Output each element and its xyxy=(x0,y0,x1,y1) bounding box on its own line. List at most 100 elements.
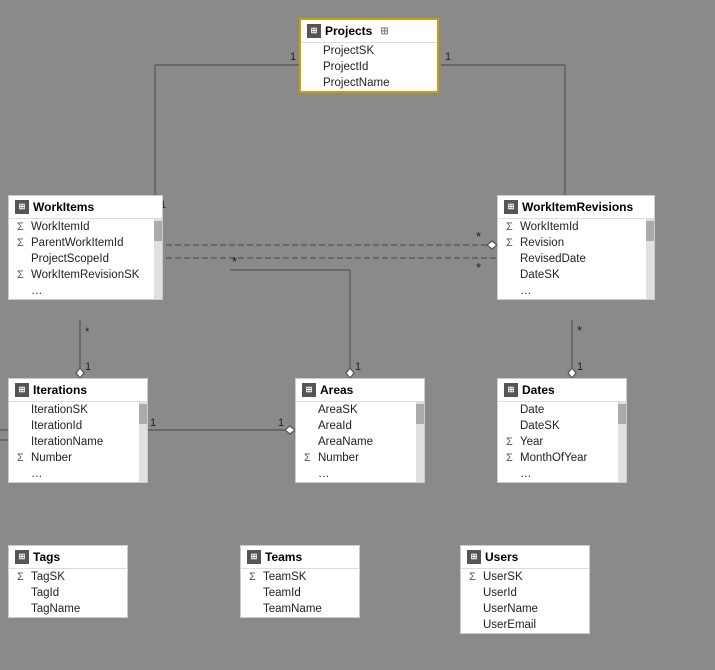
table-row: ΣRevision xyxy=(498,235,646,251)
table-projects[interactable]: ⊞ Projects ⊞ ProjectSK ProjectId Project… xyxy=(299,18,439,93)
table-row: ΣWorkItemRevisionSK xyxy=(9,267,154,283)
table-users-body: ΣUserSK UserId UserName UserEmail xyxy=(461,569,589,633)
table-areas[interactable]: ⊞ Areas AreaSK AreaId AreaName ΣNumber … xyxy=(295,378,425,483)
table-row: AreaId xyxy=(296,418,416,434)
table-dates[interactable]: ⊞ Dates Date DateSK ΣYear ΣMonthOfYear … xyxy=(497,378,627,483)
table-row: ProjectSK xyxy=(301,43,437,59)
table-teams-icon: ⊞ xyxy=(247,550,261,564)
scrollbar[interactable] xyxy=(416,402,424,482)
table-areas-title: Areas xyxy=(320,383,353,397)
table-row: TeamName xyxy=(241,601,359,617)
table-workitemrevisions-title: WorkItemRevisions xyxy=(522,200,633,214)
table-teams-body: ΣTeamSK TeamId TeamName xyxy=(241,569,359,617)
table-users-title: Users xyxy=(485,550,518,564)
table-row: ProjectName xyxy=(301,75,437,91)
table-row: ProjectId xyxy=(301,59,437,75)
table-users-header: ⊞ Users xyxy=(461,546,589,569)
table-iterations[interactable]: ⊞ Iterations IterationSK IterationId Ite… xyxy=(8,378,148,483)
svg-text:1: 1 xyxy=(278,417,284,429)
table-workitemrevisions-icon: ⊞ xyxy=(504,200,518,214)
table-row: AreaSK xyxy=(296,402,416,418)
table-row: DateSK xyxy=(498,418,618,434)
table-row: ΣUserSK xyxy=(461,569,589,585)
table-row: ΣWorkItemId xyxy=(9,219,154,235)
table-iterations-icon: ⊞ xyxy=(15,383,29,397)
table-areas-header: ⊞ Areas xyxy=(296,379,424,402)
table-tags-title: Tags xyxy=(33,550,60,564)
table-projects-expand-icon[interactable]: ⊞ xyxy=(380,26,388,37)
table-projects-body: ProjectSK ProjectId ProjectName xyxy=(301,43,437,91)
table-workitems-header: ⊞ WorkItems xyxy=(9,196,162,219)
table-tags-icon: ⊞ xyxy=(15,550,29,564)
scrollbar[interactable] xyxy=(646,219,654,299)
table-row: UserId xyxy=(461,585,589,601)
table-tags[interactable]: ⊞ Tags ΣTagSK TagId TagName xyxy=(8,545,128,618)
table-areas-body: AreaSK AreaId AreaName ΣNumber … xyxy=(296,402,424,482)
table-workitems-title: WorkItems xyxy=(33,200,94,214)
table-row: ΣParentWorkItemId xyxy=(9,235,154,251)
table-workitems-icon: ⊞ xyxy=(15,200,29,214)
table-row: AreaName xyxy=(296,434,416,450)
svg-text:*: * xyxy=(476,260,481,275)
svg-text:*: * xyxy=(476,229,481,244)
table-row: TagName xyxy=(9,601,127,617)
table-row: ProjectScopeId xyxy=(9,251,154,267)
table-iterations-body: IterationSK IterationId IterationName ΣN… xyxy=(9,402,147,482)
table-projects-header: ⊞ Projects ⊞ xyxy=(301,20,437,43)
table-row: ΣTagSK xyxy=(9,569,127,585)
table-row: IterationSK xyxy=(9,402,139,418)
table-row: … xyxy=(498,283,646,299)
table-workitemrevisions-body: ΣWorkItemId ΣRevision RevisedDate DateSK… xyxy=(498,219,654,299)
table-areas-icon: ⊞ xyxy=(302,383,316,397)
svg-text:1: 1 xyxy=(85,361,91,373)
table-workitems[interactable]: ⊞ WorkItems ΣWorkItemId ΣParentWorkItemI… xyxy=(8,195,163,300)
table-workitems-body: ΣWorkItemId ΣParentWorkItemId ProjectSco… xyxy=(9,219,162,299)
table-users-icon: ⊞ xyxy=(467,550,481,564)
table-row: DateSK xyxy=(498,267,646,283)
diagram-container: 1 1 1 1 * * * * * 1 * 1 xyxy=(0,0,715,670)
table-workitemrevisions[interactable]: ⊞ WorkItemRevisions ΣWorkItemId ΣRevisio… xyxy=(497,195,655,300)
table-row: ΣWorkItemId xyxy=(498,219,646,235)
table-row: UserEmail xyxy=(461,617,589,633)
table-row: ΣNumber xyxy=(9,450,139,466)
svg-text:1: 1 xyxy=(355,361,361,373)
table-tags-body: ΣTagSK TagId TagName xyxy=(9,569,127,617)
table-row: TeamId xyxy=(241,585,359,601)
table-row: … xyxy=(498,466,618,482)
svg-text:*: * xyxy=(232,254,237,269)
svg-text:1: 1 xyxy=(577,361,583,373)
table-teams-header: ⊞ Teams xyxy=(241,546,359,569)
table-dates-icon: ⊞ xyxy=(504,383,518,397)
table-dates-body: Date DateSK ΣYear ΣMonthOfYear … xyxy=(498,402,626,482)
table-workitemrevisions-header: ⊞ WorkItemRevisions xyxy=(498,196,654,219)
table-projects-title: Projects xyxy=(325,24,372,38)
scrollbar[interactable] xyxy=(139,402,147,482)
svg-text:*: * xyxy=(85,326,90,338)
table-row: … xyxy=(9,466,139,482)
table-row: … xyxy=(296,466,416,482)
table-teams[interactable]: ⊞ Teams ΣTeamSK TeamId TeamName xyxy=(240,545,360,618)
table-teams-title: Teams xyxy=(265,550,302,564)
table-users[interactable]: ⊞ Users ΣUserSK UserId UserName UserEmai… xyxy=(460,545,590,634)
table-iterations-header: ⊞ Iterations xyxy=(9,379,147,402)
table-tags-header: ⊞ Tags xyxy=(9,546,127,569)
svg-text:1: 1 xyxy=(290,51,296,63)
table-row: ΣMonthOfYear xyxy=(498,450,618,466)
scrollbar[interactable] xyxy=(154,219,162,299)
table-row: Date xyxy=(498,402,618,418)
table-row: ΣYear xyxy=(498,434,618,450)
table-dates-header: ⊞ Dates xyxy=(498,379,626,402)
table-projects-icon: ⊞ xyxy=(307,24,321,38)
table-row: UserName xyxy=(461,601,589,617)
svg-text:1: 1 xyxy=(150,417,156,429)
table-iterations-title: Iterations xyxy=(33,383,87,397)
table-row: … xyxy=(9,283,154,299)
svg-text:1: 1 xyxy=(445,51,451,63)
table-row: RevisedDate xyxy=(498,251,646,267)
table-row: ΣNumber xyxy=(296,450,416,466)
scrollbar[interactable] xyxy=(618,402,626,482)
table-row: ΣTeamSK xyxy=(241,569,359,585)
table-row: IterationId xyxy=(9,418,139,434)
svg-text:*: * xyxy=(577,323,582,338)
table-row: IterationName xyxy=(9,434,139,450)
